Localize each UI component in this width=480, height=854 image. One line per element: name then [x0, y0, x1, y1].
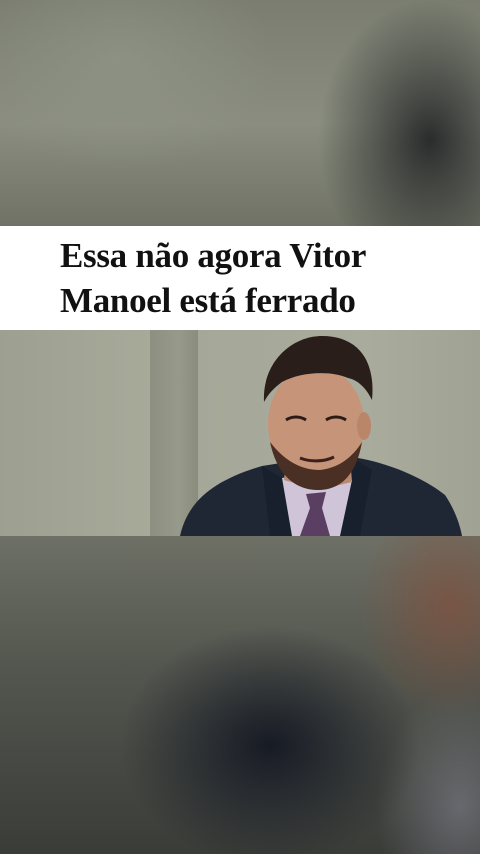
blurred-background-bottom — [0, 536, 480, 854]
video-frame[interactable]: Essa não agora Vitor Manoel está ferrado — [0, 0, 480, 854]
speaker-figure — [180, 336, 462, 536]
caption-text: Essa não agora Vitor Manoel está ferrado — [60, 233, 420, 323]
caption-band: Essa não agora Vitor Manoel está ferrado — [0, 226, 480, 330]
caption-line-1: Essa não agora Vitor — [60, 236, 367, 275]
caption-line-2: Manoel está ferrado — [60, 281, 356, 320]
video-player[interactable] — [0, 330, 480, 536]
blurred-background-top — [0, 0, 480, 226]
